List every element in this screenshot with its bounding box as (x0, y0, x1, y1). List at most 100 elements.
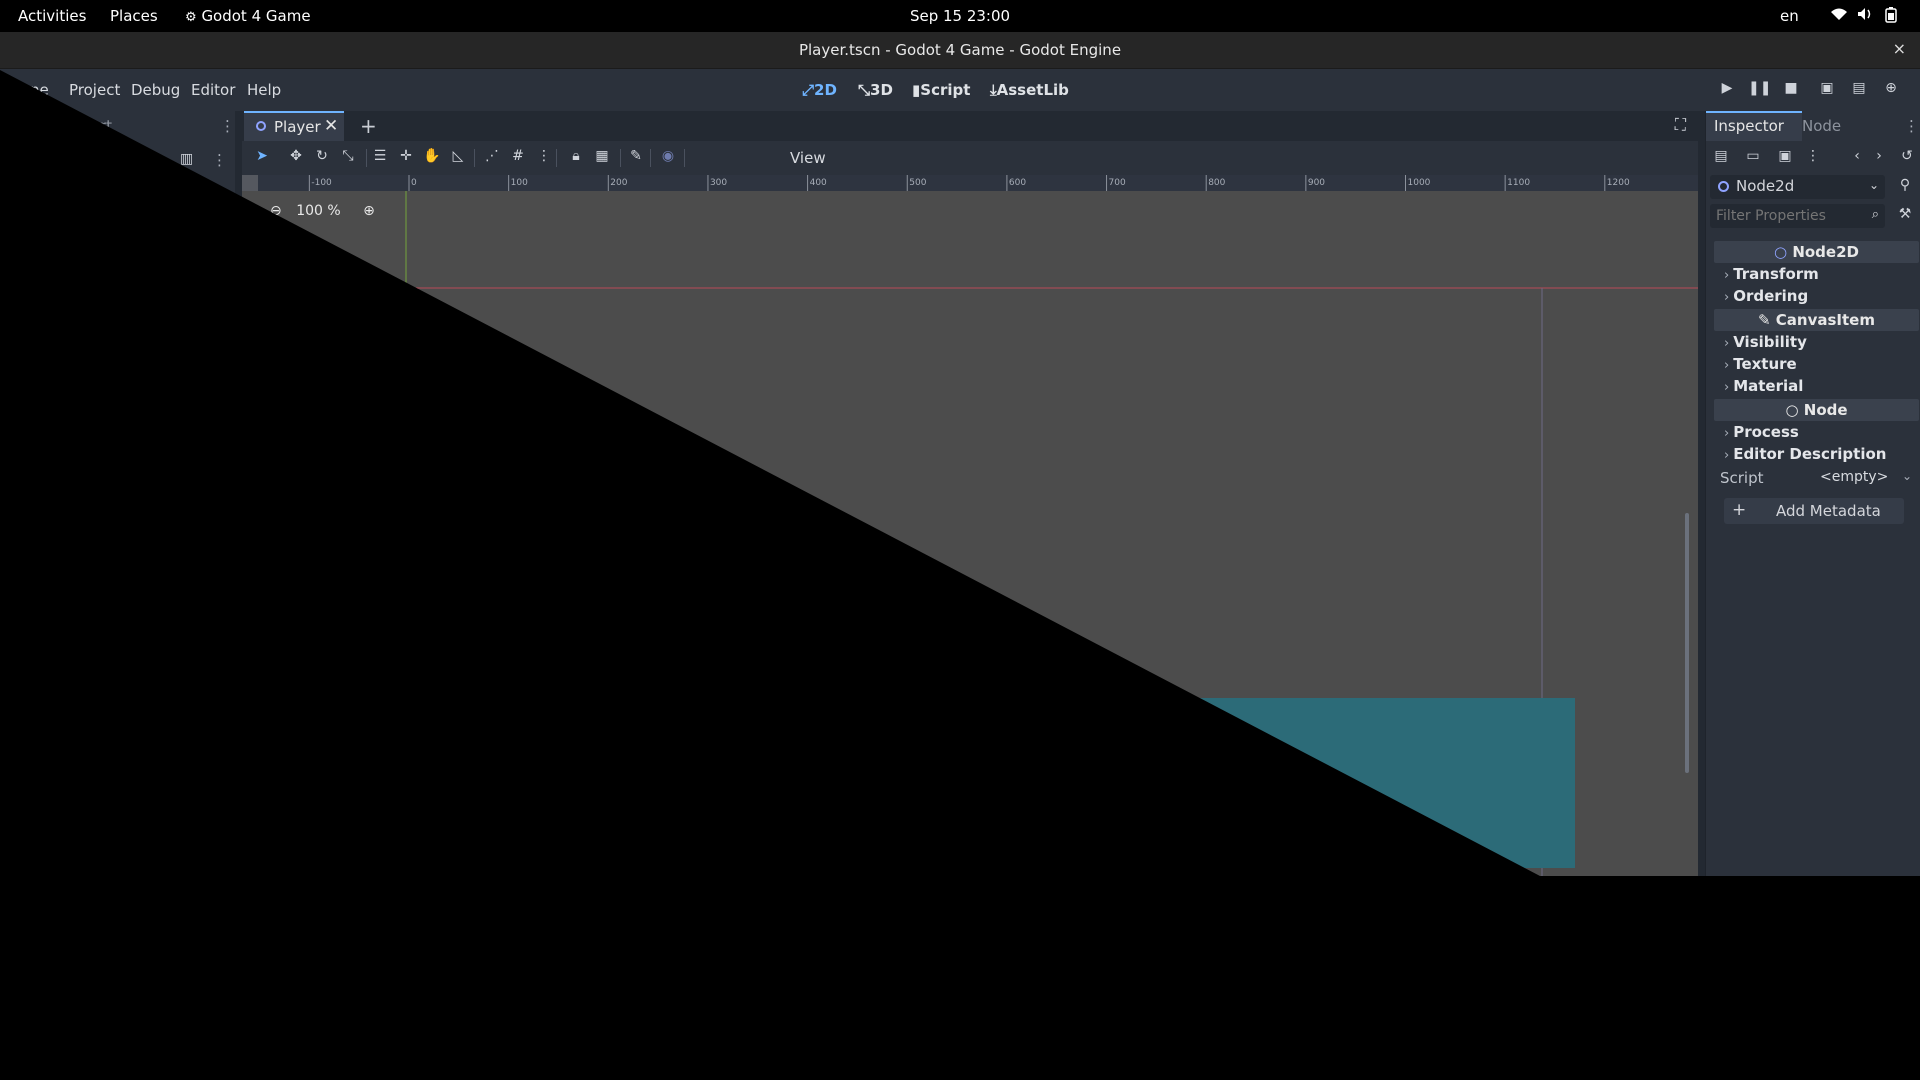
workspace-assetlib[interactable]: ⤓AssetLib (990, 81, 1069, 99)
ruler-label: 100 (511, 178, 528, 188)
node-selector[interactable]: Node2d ⌄ (1710, 175, 1885, 199)
zoom-controls: ⊖ 100 % ⊕ (270, 203, 375, 219)
scene-dock-title: rt (100, 117, 113, 135)
chevron-right-icon: › (1724, 268, 1730, 283)
system-top-bar: Activities Places ⚙ Godot 4 Game Sep 15 … (0, 0, 1920, 32)
filter-properties[interactable]: ⌕ (1710, 204, 1885, 228)
grid-snap-icon[interactable]: # (508, 148, 528, 168)
view-menu[interactable]: View (790, 149, 826, 167)
workspace-3d[interactable]: ⤡3D (858, 81, 893, 99)
dock-menu-icon[interactable]: ⋮ (220, 117, 235, 135)
tab-player-label: Player (274, 118, 321, 136)
section-node2d[interactable]: ○ Node2D (1714, 241, 1919, 263)
prop-material[interactable]: › Material (1724, 377, 1803, 395)
wifi-icon[interactable] (1830, 7, 1848, 25)
prop-process[interactable]: › Process (1724, 423, 1799, 441)
play-icon[interactable]: ▶ (1716, 80, 1738, 100)
rotate-tool-icon[interactable]: ↻ (312, 148, 332, 168)
node-icon: ○ (1785, 401, 1799, 419)
open-folder-icon[interactable]: ▭ (1742, 148, 1764, 170)
history-forward-icon[interactable]: › (1868, 148, 1890, 170)
prop-texture[interactable]: › Texture (1724, 355, 1797, 373)
menu-scene[interactable]: ne (30, 81, 49, 99)
section-node[interactable]: ○ Node (1714, 399, 1919, 421)
window-close-button[interactable]: × (1893, 39, 1906, 58)
workspace-2d[interactable]: ⤢2D (802, 81, 837, 99)
movie-maker-icon[interactable]: ⊕ (1880, 80, 1902, 100)
attach-script-icon[interactable]: ▥ (180, 151, 193, 167)
clock[interactable]: Sep 15 23:00 (0, 7, 1920, 25)
play-scene-icon[interactable]: ▣ (1816, 80, 1838, 100)
viewport-scrollbar[interactable] (1685, 513, 1689, 773)
node2d-icon (256, 121, 266, 131)
chevron-right-icon: › (1724, 380, 1730, 395)
color-rect[interactable] (842, 698, 1575, 868)
add-scene-tab-icon[interactable]: + (360, 114, 377, 138)
distraction-free-icon[interactable]: ⛶ (1675, 115, 1686, 135)
tab-inspector[interactable]: Inspector (1706, 111, 1802, 141)
script-label: Script (1720, 469, 1764, 487)
chevron-right-icon: › (1724, 358, 1730, 373)
script-value[interactable]: <empty> (1820, 469, 1888, 485)
stop-icon[interactable]: ■ (1780, 80, 1802, 100)
play-custom-scene-icon[interactable]: ▤ (1848, 80, 1870, 100)
node2d-icon: ○ (1774, 243, 1788, 261)
chevron-right-icon: › (1724, 426, 1730, 441)
workspace-script[interactable]: ▮Script (912, 81, 970, 99)
smart-snap-icon[interactable]: ⋰ (482, 148, 502, 168)
godot-editor: ne Project Debug Editor Help ⤢2D ⤡3D ▮Sc… (0, 69, 1920, 880)
menu-project[interactable]: Project (69, 81, 120, 99)
canvas-viewport[interactable] (242, 191, 1698, 880)
group-icon[interactable]: ▦ (592, 148, 612, 168)
pivot-tool-icon[interactable]: ✛ (396, 148, 416, 168)
scene-options-icon[interactable]: ⋮ (212, 151, 227, 169)
battery-icon[interactable] (1885, 7, 1897, 27)
window-title: Player.tscn - Godot 4 Game - Godot Engin… (798, 41, 1122, 59)
tab-player[interactable]: Player ✕ (244, 111, 344, 141)
pause-icon[interactable]: ❚❚ (1748, 80, 1771, 100)
prop-visibility[interactable]: › Visibility (1724, 333, 1807, 351)
new-resource-icon[interactable]: ▤ (1710, 148, 1732, 170)
filter-options-icon[interactable]: ⚒ (1894, 206, 1916, 228)
ruler-label: 500 (909, 178, 926, 188)
add-metadata-button[interactable]: + Add Metadata (1724, 498, 1904, 524)
chevron-down-icon[interactable]: ⌄ (1902, 469, 1912, 483)
ruler-label: 0 (411, 178, 417, 188)
filter-properties-input[interactable] (1714, 206, 1858, 226)
camera-override-icon[interactable]: ◉ (658, 148, 678, 168)
menu-debug[interactable]: Debug (131, 81, 180, 99)
menu-editor[interactable]: Editor (191, 81, 235, 99)
prop-transform[interactable]: › Transform (1724, 265, 1819, 283)
select-tool-icon[interactable]: ➤ (252, 148, 272, 168)
save-icon[interactable]: ▣ (1774, 148, 1796, 170)
lock-icon[interactable]: 🔒︎ (566, 148, 586, 168)
close-icon[interactable]: ✕ (324, 116, 338, 136)
snap-options-icon[interactable]: ⋮ (534, 148, 554, 168)
dock-menu-icon[interactable]: ⋮ (1904, 117, 1919, 135)
pan-tool-icon[interactable]: ✋ (422, 148, 442, 168)
history-back-icon[interactable]: ‹ (1846, 148, 1868, 170)
options-icon[interactable]: ⋮ (1802, 148, 1824, 170)
selectable-list-icon[interactable]: ☰ (370, 148, 390, 168)
history-icon[interactable]: ↺ (1896, 148, 1918, 170)
menu-help[interactable]: Help (247, 81, 281, 99)
ruler-tool-icon[interactable]: ◺ (448, 148, 468, 168)
node2d-icon (1718, 181, 1729, 192)
prop-editor-description[interactable]: › Editor Description (1724, 445, 1886, 463)
scale-tool-icon[interactable]: ⤡ (338, 148, 358, 168)
zoom-out-icon[interactable]: ⊖ (270, 203, 282, 219)
toolbar-divider (684, 149, 685, 167)
zoom-in-icon[interactable]: ⊕ (363, 203, 375, 219)
bone-icon[interactable]: ✎ (626, 148, 646, 168)
zoom-level[interactable]: 100 % (296, 203, 340, 219)
horizontal-ruler[interactable]: -100 0 100 200 300 400 500 600 700 800 900 1000 1100… (242, 175, 1698, 192)
section-canvasitem[interactable]: ✎ CanvasItem (1714, 309, 1919, 331)
prop-ordering[interactable]: › Ordering (1724, 287, 1808, 305)
screen: Activities Places ⚙ Godot 4 Game Sep 15 … (0, 0, 1920, 1080)
tab-node[interactable]: Node (1802, 117, 1841, 135)
ruler-label: 600 (1009, 178, 1026, 188)
move-tool-icon[interactable]: ✥ (286, 148, 306, 168)
volume-icon[interactable] (1857, 7, 1873, 25)
object-properties-icon[interactable]: ⚲ (1894, 177, 1916, 199)
language-indicator[interactable]: en (1780, 7, 1799, 25)
